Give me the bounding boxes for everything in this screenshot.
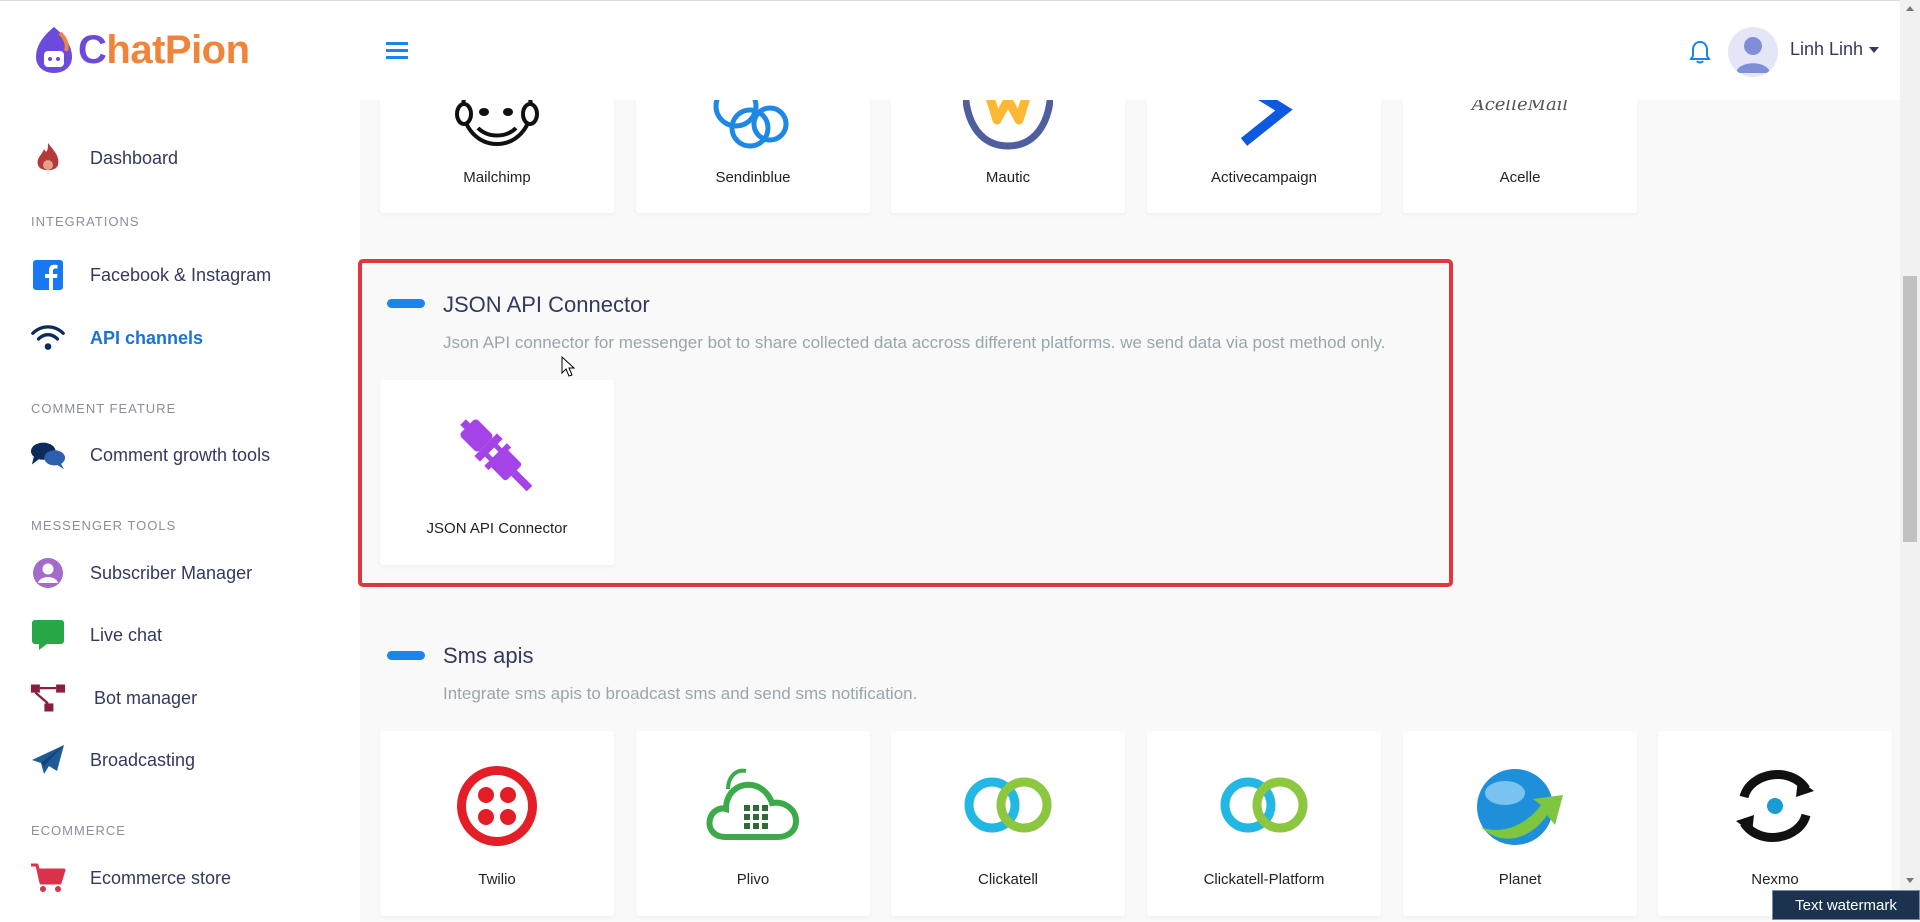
- user-menu[interactable]: Linh Linh: [1790, 39, 1880, 60]
- sidebar-heading-messenger: MESSENGER TOOLS: [31, 518, 177, 533]
- card-label-nexmo: Nexmo: [1751, 871, 1799, 888]
- chatpion-logo-icon: [36, 27, 72, 73]
- logo-text: hatPion: [106, 27, 250, 72]
- clickatell-icon: [891, 775, 1125, 865]
- section-marker-json: [387, 299, 425, 308]
- section-desc-sms: Integrate sms apis to broadcast sms and …: [443, 684, 918, 703]
- paper-plane-icon: [30, 742, 66, 778]
- plivo-icon: [636, 767, 870, 857]
- sidebar-label-broadcasting: Broadcasting: [90, 749, 196, 770]
- scroll-down-arrow-icon[interactable]: [1906, 878, 1914, 883]
- integration-card-clickatell-platform[interactable]: Clickatell-Platform: [1147, 731, 1381, 916]
- sidebar-label-facebook-instagram: Facebook & Instagram: [90, 264, 272, 285]
- logo-letter: C: [78, 27, 107, 72]
- card-label-mailchimp: Mailchimp: [463, 169, 531, 186]
- sidebar-item-api-channels[interactable]: API channels: [30, 320, 203, 356]
- brand-logo[interactable]: ChatPion: [34, 25, 250, 75]
- nexmo-icon: [1658, 763, 1892, 853]
- card-label-acelle: Acelle: [1499, 169, 1541, 186]
- integration-card-plivo[interactable]: Plivo: [636, 731, 870, 916]
- sidebar-item-comment-growth-tools[interactable]: Comment growth tools: [30, 437, 270, 473]
- sidebar-label-live-chat: Live chat: [90, 624, 163, 645]
- sidebar-heading-integrations: INTEGRATIONS: [31, 214, 140, 229]
- sidebar: Dashboard INTEGRATIONS Facebook & Instag…: [0, 100, 360, 922]
- sidebar-item-facebook-instagram[interactable]: Facebook & Instagram: [30, 257, 271, 293]
- plug-icon: [380, 408, 614, 498]
- sidebar-item-ecommerce-store[interactable]: Ecommerce store: [30, 860, 231, 896]
- card-label-twilio: Twilio: [478, 871, 516, 888]
- sidebar-item-bot-manager[interactable]: Bot manager: [30, 680, 197, 716]
- sitemap-icon: [30, 680, 66, 716]
- user-circle-icon: [30, 555, 66, 591]
- sidebar-label-comment-growth-tools: Comment growth tools: [90, 444, 271, 465]
- text-watermark: Text watermark: [1772, 890, 1920, 920]
- sidebar-label-api-channels: API channels: [90, 327, 204, 348]
- integration-card-json-api-connector[interactable]: JSON API Connector: [380, 380, 614, 565]
- hamburger-icon[interactable]: [385, 39, 411, 63]
- comments-icon: [30, 437, 66, 473]
- card-label-sendinblue: Sendinblue: [715, 169, 791, 186]
- section-title-json: JSON API Connector: [443, 292, 650, 317]
- sidebar-heading-ecommerce: ECOMMERCE: [31, 823, 126, 838]
- card-label-plivo: Plivo: [736, 871, 770, 888]
- sidebar-label-bot-manager: Bot manager: [94, 687, 198, 708]
- facebook-icon: [30, 257, 66, 293]
- sidebar-heading-comment: COMMENT FEATURE: [31, 401, 177, 416]
- card-label-mautic: Mautic: [985, 169, 1031, 186]
- user-name: Linh Linh: [1790, 39, 1864, 59]
- integration-card-twilio[interactable]: Twilio: [380, 731, 614, 916]
- integration-card-clickatell[interactable]: Clickatell: [891, 731, 1125, 916]
- shopping-cart-icon: [30, 860, 66, 896]
- section-desc-json: Json API connector for messenger bot to …: [443, 333, 1386, 352]
- caret-down-icon: [1869, 47, 1880, 54]
- sidebar-item-subscriber-manager[interactable]: Subscriber Manager: [30, 555, 252, 591]
- sidebar-label-dashboard: Dashboard: [90, 147, 179, 168]
- top-navbar: ChatPion Linh Linh: [0, 0, 1900, 100]
- user-avatar[interactable]: [1728, 27, 1778, 77]
- section-marker-sms: [387, 651, 425, 660]
- section-title-sms: Sms apis: [443, 643, 534, 668]
- sidebar-item-broadcasting[interactable]: Broadcasting: [30, 742, 195, 778]
- sidebar-label-ecommerce-store: Ecommerce store: [90, 867, 232, 888]
- twilio-icon: [380, 763, 614, 853]
- integration-card-nexmo[interactable]: Nexmo: [1658, 731, 1892, 916]
- scroll-up-arrow-icon[interactable]: [1906, 6, 1914, 11]
- sidebar-item-dashboard[interactable]: Dashboard: [30, 140, 178, 176]
- integration-card-planet[interactable]: Planet: [1403, 731, 1637, 916]
- bell-icon[interactable]: [1688, 39, 1712, 70]
- sendinblue-icon: [636, 88, 870, 178]
- card-label-activecampaign: Activecampaign: [1211, 169, 1317, 186]
- card-label-planet: Planet: [1498, 871, 1542, 888]
- mouse-cursor-icon: [561, 355, 576, 383]
- chat-bubble-icon: [30, 617, 66, 653]
- card-label-clickatell-platform: Clickatell-Platform: [1203, 871, 1325, 888]
- sidebar-label-subscriber-manager: Subscriber Manager: [90, 562, 253, 583]
- page-scrollbar[interactable]: [1900, 0, 1920, 892]
- wifi-icon: [30, 320, 66, 356]
- clickatell-platform-icon: [1147, 775, 1381, 865]
- planet-icon: [1403, 765, 1637, 855]
- card-label-clickatell: Clickatell: [977, 871, 1038, 888]
- card-label-json-api-connector: JSON API Connector: [426, 520, 568, 537]
- sidebar-item-live-chat[interactable]: Live chat: [30, 617, 162, 653]
- scrollbar-thumb[interactable]: [1903, 276, 1917, 542]
- fire-icon: [30, 140, 66, 176]
